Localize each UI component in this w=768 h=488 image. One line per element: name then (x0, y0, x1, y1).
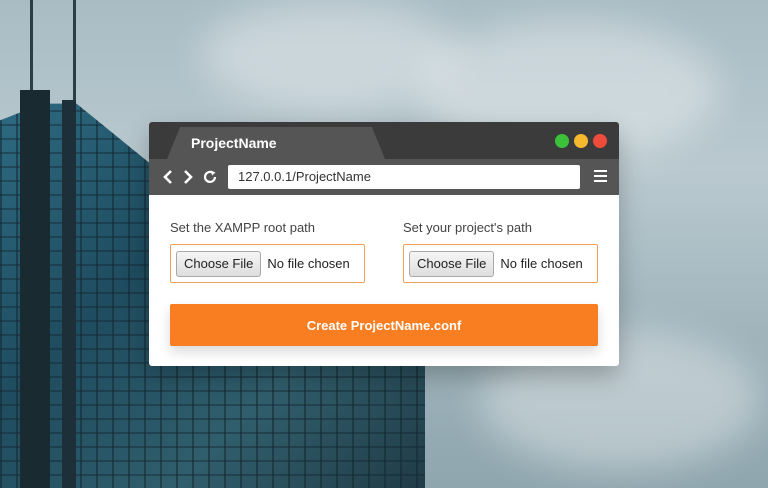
tab-title: ProjectName (191, 135, 277, 151)
window-controls (555, 134, 607, 148)
maximize-button[interactable] (555, 134, 569, 148)
antenna (73, 0, 76, 100)
antenna (30, 0, 33, 90)
choose-file-button[interactable]: Choose File (176, 250, 262, 277)
cloud (200, 0, 460, 110)
toolbar: 127.0.0.1/ProjectName (149, 159, 619, 195)
create-conf-button[interactable]: Create ProjectName.conf (170, 304, 598, 346)
project-path-label: Set your project's path (403, 220, 532, 235)
project-path-file-input[interactable]: Choose File No file chosen (403, 244, 598, 283)
hamburger-menu-icon[interactable] (594, 170, 607, 182)
browser-window: ProjectName 127.0.0.1/ProjectName Set th… (149, 122, 619, 366)
choose-file-button[interactable]: Choose File (409, 250, 495, 277)
no-file-text: No file chosen (500, 256, 583, 271)
close-button[interactable] (593, 134, 607, 148)
building-pillar (20, 90, 50, 488)
reload-icon[interactable] (201, 168, 219, 186)
minimize-button[interactable] (574, 134, 588, 148)
chevron-right-icon[interactable] (179, 168, 197, 186)
xampp-path-file-input[interactable]: Choose File No file chosen (170, 244, 365, 283)
title-bar: ProjectName (149, 122, 619, 159)
no-file-text: No file chosen (267, 256, 350, 271)
address-bar[interactable]: 127.0.0.1/ProjectName (228, 165, 580, 189)
xampp-path-label: Set the XAMPP root path (170, 220, 316, 235)
chevron-left-icon[interactable] (159, 168, 177, 186)
building-pillar (62, 100, 76, 488)
